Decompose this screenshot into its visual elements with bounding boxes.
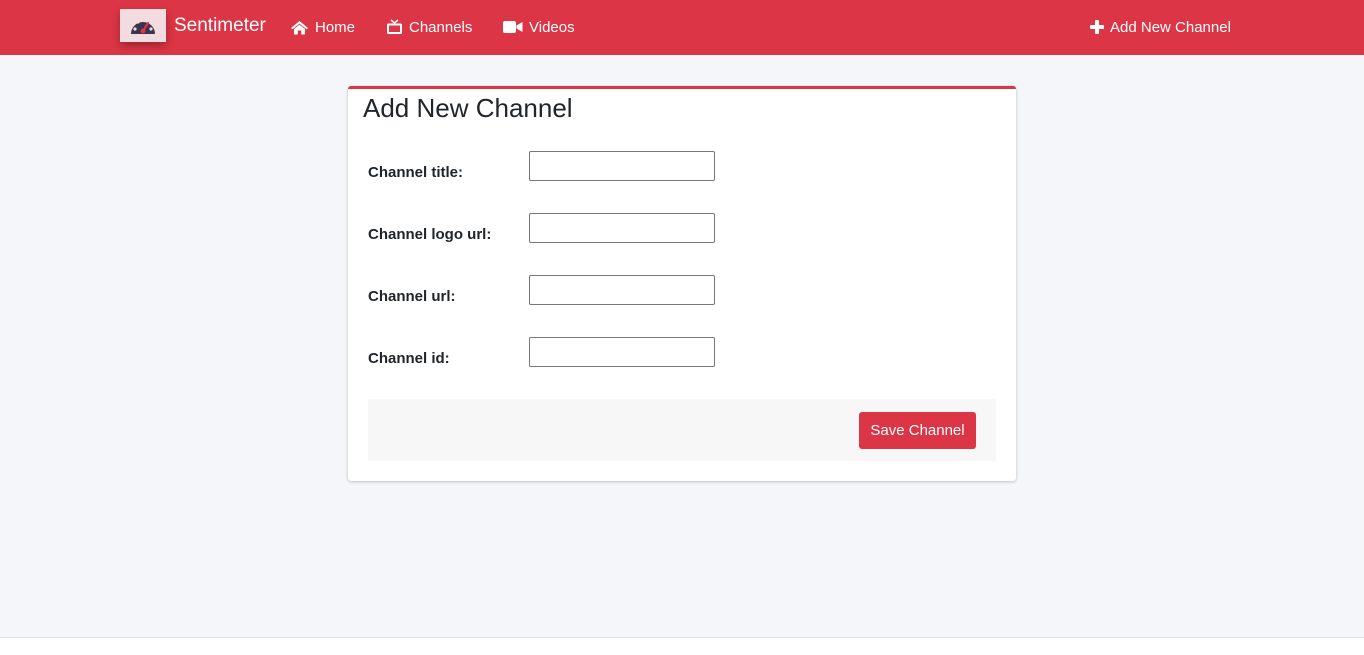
nav-link-channels[interactable]: Channels	[386, 17, 472, 37]
add-new-channel-label: Add New Channel	[1110, 18, 1231, 36]
channel-title-input[interactable]	[529, 151, 715, 181]
speedometer-icon	[131, 17, 155, 34]
brand-logo	[120, 9, 166, 42]
save-channel-button[interactable]: Save Channel	[859, 412, 976, 449]
channel-url-label: Channel url:	[368, 288, 456, 305]
form-footer: Save Channel	[368, 399, 996, 461]
plus-icon	[1090, 20, 1104, 34]
nav-link-home[interactable]: Home	[290, 17, 355, 37]
channel-logo-url-input[interactable]	[529, 213, 715, 243]
nav-link-videos-label: Videos	[529, 18, 575, 36]
channel-id-label: Channel id:	[368, 350, 450, 367]
nav-link-channels-label: Channels	[409, 18, 473, 36]
channel-logo-url-label: Channel logo url:	[368, 226, 492, 243]
tv-icon	[387, 19, 402, 34]
top-navbar: Sentimeter Home Channels Videos Add New …	[0, 0, 1364, 55]
nav-link-home-label: Home	[315, 18, 356, 36]
add-channel-form-card: Add New Channel Channel title: Channel l…	[348, 86, 1016, 481]
add-new-channel-link[interactable]: Add New Channel	[1090, 17, 1231, 37]
home-icon	[291, 20, 308, 34]
channel-id-input[interactable]	[529, 337, 715, 367]
video-camera-icon	[503, 21, 523, 33]
channel-title-label: Channel title:	[368, 164, 464, 181]
nav-link-videos[interactable]: Videos	[503, 17, 575, 37]
form-title: Add New Channel	[363, 93, 573, 123]
channel-url-input[interactable]	[529, 275, 715, 305]
brand-name: Sentimeter	[174, 14, 266, 36]
brand[interactable]: Sentimeter	[120, 9, 266, 42]
page-footer	[0, 637, 1364, 655]
